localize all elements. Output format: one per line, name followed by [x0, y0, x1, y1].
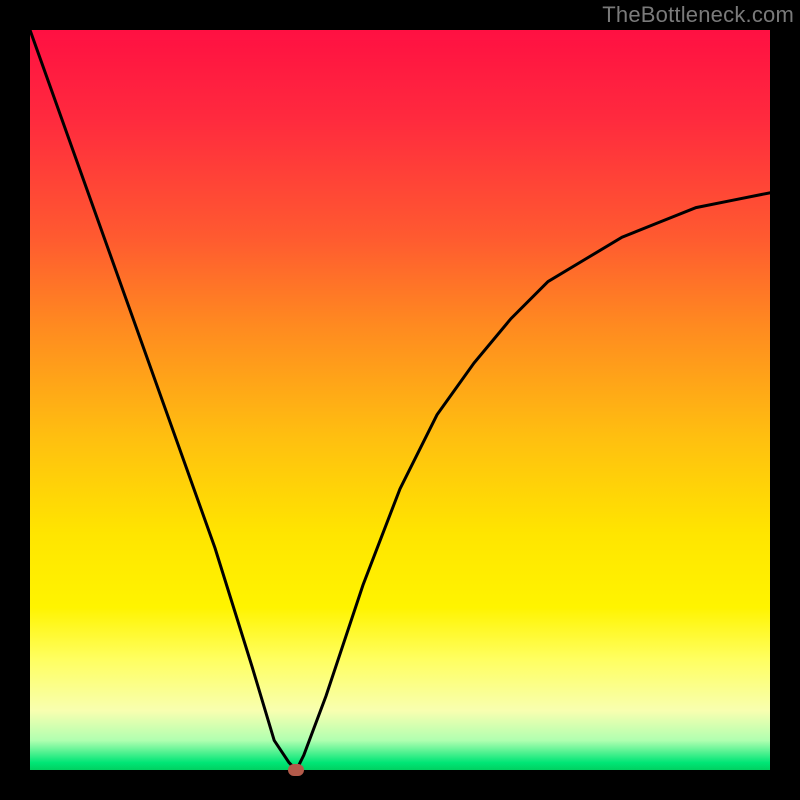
plot-area: [30, 30, 770, 770]
watermark-text: TheBottleneck.com: [602, 2, 794, 28]
chart-container: TheBottleneck.com: [0, 0, 800, 800]
optimal-point-marker: [288, 764, 304, 776]
bottleneck-curve-path: [30, 30, 770, 770]
curve-svg: [30, 30, 770, 770]
